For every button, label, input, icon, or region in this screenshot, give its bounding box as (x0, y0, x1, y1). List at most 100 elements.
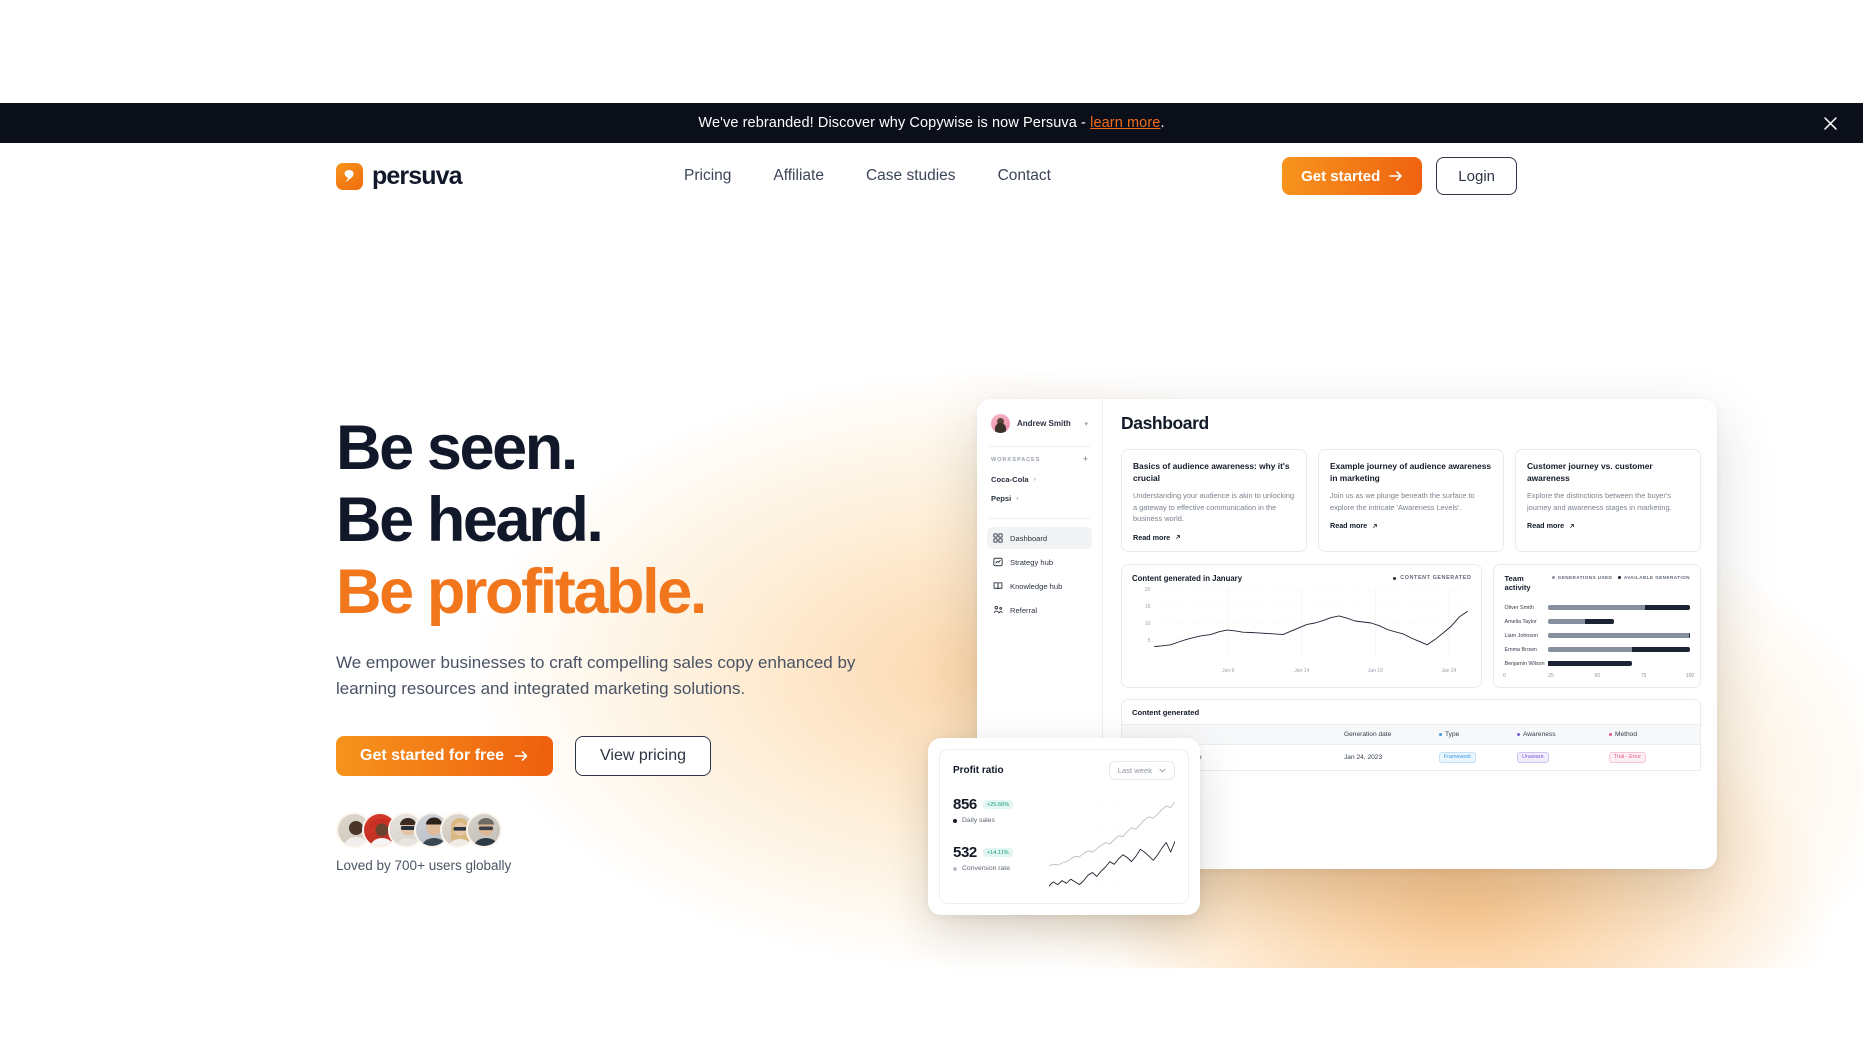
x-tick-label: Jan 19 (1367, 667, 1383, 674)
team-row: Benjamin Wilson (1504, 657, 1690, 671)
series-dot-icon (953, 866, 957, 871)
read-more-label: Read more (1330, 521, 1368, 530)
chart-x-axis: Jan 9 Jan 14 Jan 19 Jan 24 (1132, 668, 1471, 678)
info-card[interactable]: Example journey of audience awareness in… (1318, 449, 1504, 552)
workspace-item-coca-cola[interactable]: Coca-Cola › (987, 470, 1092, 489)
legend-dot-icon (1618, 575, 1622, 579)
main-nav: Pricing Affiliate Case studies Contact (684, 167, 1051, 185)
panel-title: Team activity (1504, 573, 1531, 593)
view-pricing-button[interactable]: View pricing (575, 736, 712, 776)
bar-available (1631, 647, 1690, 652)
profit-stats: 856 +25.66% Daily sales 532 +14.11% Conv… (953, 796, 1049, 892)
workspaces-label: WORKSPACES (991, 456, 1041, 463)
workspace-label: Pepsi (991, 494, 1012, 503)
arrow-up-right-icon (1176, 535, 1181, 539)
sidebar-item-dashboard[interactable]: Dashboard (987, 527, 1092, 549)
cell-method: Trial - Error (1609, 751, 1690, 763)
bar-used (1548, 605, 1645, 610)
nav-link-pricing[interactable]: Pricing (684, 167, 731, 185)
sidebar-item-referral[interactable]: Referral (987, 599, 1092, 621)
stat-value: 532 (953, 844, 977, 861)
card-body: Understanding your audience is akin to u… (1133, 491, 1295, 523)
x-tick-label: 25 (1548, 672, 1554, 679)
chevron-right-icon: › (1033, 476, 1036, 483)
arrow-up-right-icon (1570, 523, 1575, 528)
svg-text:15: 15 (1145, 604, 1151, 610)
nav-link-affiliate[interactable]: Affiliate (773, 167, 824, 185)
stat-conversion-rate: 532 +14.11% Conversion rate (953, 844, 1049, 872)
legend-dot-icon (1552, 575, 1556, 579)
nav-link-case-studies[interactable]: Case studies (866, 167, 956, 185)
users-icon (993, 605, 1003, 614)
grid-icon (993, 533, 1003, 543)
info-card[interactable]: Customer journey vs. customer awareness … (1515, 449, 1701, 552)
table-header: Generation date Type Awareness Method (1122, 723, 1700, 745)
info-card[interactable]: Basics of audience awareness: why it's c… (1121, 449, 1307, 552)
bar-used (1548, 619, 1586, 624)
sidebar-item-strategy-hub[interactable]: Strategy hub (987, 551, 1092, 573)
range-label: Last week (1117, 766, 1152, 775)
table-row[interactable]: Targeting cold audience Jan 24, 2023 Fra… (1122, 745, 1700, 770)
bar-available (1548, 661, 1632, 666)
legend-label: AVAILABLE GENERATION (1623, 574, 1690, 580)
team-member-name: Emma Brown (1504, 646, 1537, 653)
bar-used (1548, 633, 1689, 638)
bar-available (1688, 633, 1690, 638)
team-row: Liam Johnson (1504, 629, 1690, 643)
card-body: Explore the distinctions between the buy… (1527, 491, 1672, 512)
status-badge: Framework (1439, 751, 1476, 763)
plus-icon[interactable]: + (1083, 455, 1088, 464)
legend-label: CONTENT GENERATED (1400, 575, 1472, 581)
logo[interactable]: persuva (336, 162, 462, 191)
arrow-up-right-icon (1373, 523, 1378, 528)
close-icon[interactable] (1819, 112, 1841, 134)
chart-legend: CONTENT GENERATED (1393, 575, 1471, 581)
header-actions: Get started Login (1282, 157, 1517, 195)
user-menu[interactable]: Andrew Smith ▾ (987, 411, 1092, 442)
team-member-name: Oliver Smith (1504, 604, 1534, 611)
team-member-name: Liam Johnson (1504, 632, 1539, 639)
column-header-type-label: Type (1445, 730, 1460, 738)
get-started-free-button[interactable]: Get started for free (336, 736, 554, 776)
column-header-method-label: Method (1615, 730, 1637, 738)
divider (989, 518, 1090, 519)
stat-badge: +14.11% (982, 848, 1013, 857)
banner-learn-more-link[interactable]: learn more (1090, 115, 1160, 131)
login-button[interactable]: Login (1436, 157, 1517, 195)
site-header: persuva Pricing Affiliate Case studies C… (0, 143, 1863, 209)
read-more-label: Read more (1133, 532, 1171, 542)
read-more-link[interactable]: Read more (1527, 521, 1689, 530)
type-dot-icon (1439, 732, 1442, 736)
social-proof-label: Loved by 700+ users globally (336, 858, 512, 873)
cell-awareness: Unaware (1517, 751, 1609, 763)
team-legend: GENERATIONS USED AVAILABLE GENERATION (1552, 574, 1690, 580)
logo-text: persuva (372, 161, 462, 190)
svg-text:20: 20 (1145, 587, 1151, 593)
arrow-right-icon (1389, 171, 1403, 181)
bar-available (1585, 619, 1614, 624)
series-dot-icon (953, 818, 957, 823)
x-tick-label: Jan 9 (1222, 667, 1235, 674)
column-header-name (1132, 731, 1344, 738)
team-row: Oliver Smith (1504, 601, 1690, 615)
team-bar (1548, 605, 1690, 610)
workspace-item-pepsi[interactable]: Pepsi › (987, 489, 1092, 508)
chevron-down-icon: ▾ (1084, 420, 1088, 428)
chart-title: Content generated in January (1132, 573, 1243, 583)
read-more-link[interactable]: Read more (1330, 521, 1492, 530)
range-select[interactable]: Last week (1108, 761, 1175, 780)
column-header-awareness-label: Awareness (1523, 730, 1556, 738)
read-more-label: Read more (1527, 521, 1565, 530)
stat-label: Daily sales (962, 817, 995, 824)
nav-link-contact[interactable]: Contact (998, 167, 1051, 185)
avatar (991, 414, 1010, 433)
banner-text: We've rebranded! Discover why Copywise i… (698, 115, 1091, 131)
column-header-method: Method (1609, 731, 1690, 738)
team-bar (1548, 661, 1690, 666)
read-more-link[interactable]: Read more (1133, 533, 1295, 542)
sidebar-item-knowledge-hub[interactable]: Knowledge hub (987, 575, 1092, 597)
social-proof: Loved by 700+ users globally (336, 812, 956, 873)
workspaces-header: WORKSPACES + (987, 455, 1092, 470)
get-started-button[interactable]: Get started (1282, 157, 1423, 195)
avatar (466, 812, 502, 848)
